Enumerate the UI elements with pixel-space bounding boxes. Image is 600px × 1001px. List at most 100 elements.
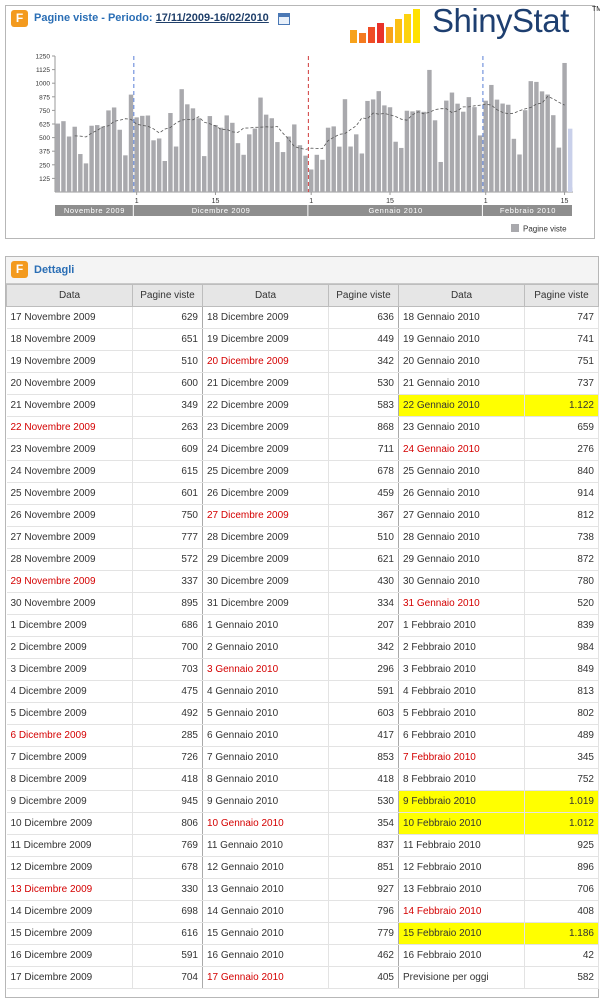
bar [241,154,246,192]
bar [140,115,145,192]
bar [218,127,224,192]
date-cell: 4 Dicembre 2009 [6,680,133,703]
date-cell: 6 Gennaio 2010 [202,724,329,747]
table-row: 1 Dicembre 2009 686 1 Gennaio 2010 207 1 Feb… [6,614,599,637]
views-cell: 1.012 [524,812,599,835]
bar [61,121,66,192]
bar [280,152,286,192]
table-row: 7 Dicembre 2009 726 7 Gennaio 2010 853 7 Feb… [6,746,599,769]
views-cell: 678 [328,460,399,483]
views-cell: 520 [524,592,599,615]
x-tick-label: 1 [309,198,313,205]
bar [325,127,331,192]
date-cell: 18 Dicembre 2009 [202,306,329,329]
views-cell: 603 [328,702,399,725]
details-panel-header: F Dettagli [6,257,598,284]
views-cell: 296 [328,658,399,681]
date-cell: 9 Gennaio 2010 [202,790,329,813]
bar [354,134,359,192]
month-label: Febbraio 2010 [500,206,556,215]
bar [151,140,156,192]
date-cell: 29 Dicembre 2009 [202,548,329,571]
bar [551,115,556,192]
bar [224,115,229,192]
date-cell: 23 Dicembre 2009 [202,416,329,439]
views-cell: 342 [328,350,399,373]
date-cell: 26 Novembre 2009 [6,504,133,527]
details-table-body: 17 Novembre 2009 629 18 Dicembre 2009 636 18… [6,306,599,989]
date-cell: 5 Febbraio 2010 [398,702,525,725]
date-cell: 11 Dicembre 2009 [6,834,133,857]
date-cell: 12 Febbraio 2010 [398,856,525,879]
y-tick-label: 1125 [36,67,50,74]
views-cell: 812 [524,504,599,527]
bar [427,69,432,192]
bar [72,126,77,192]
date-cell: 2 Dicembre 2009 [6,636,133,659]
bar [100,126,106,192]
bar [123,155,128,192]
date-cell: 7 Febbraio 2010 [398,746,525,769]
chart-title-prefix: Pagine viste - Periodo: [34,12,156,24]
views-cell: 738 [524,526,599,549]
date-cell: 22 Dicembre 2009 [202,394,329,417]
table-row: 6 Dicembre 2009 285 6 Gennaio 2010 417 6 Feb… [6,724,599,747]
date-cell: 21 Dicembre 2009 [202,372,329,395]
bar [156,138,162,192]
date-cell: 14 Gennaio 2010 [202,900,329,923]
period-link[interactable]: 17/11/2009-16/02/2010 [156,12,269,24]
views-cell: 417 [328,724,399,747]
pageviews-chart: 125 250 375 500 625 750 875 1000 1125 1250 1 15 1 15 1… [36,54,573,234]
legend-swatch [511,224,519,232]
bar [449,92,455,192]
views-cell: 737 [524,372,599,395]
date-cell: 23 Gennaio 2010 [398,416,525,439]
table-row: 22 Novembre 2009 263 23 Dicembre 2009 868 23… [6,416,599,439]
bar [213,124,218,192]
views-cell: 945 [132,790,203,813]
date-cell: 17 Dicembre 2009 [6,966,133,989]
date-cell: 16 Gennaio 2010 [202,944,329,967]
date-cell: 12 Dicembre 2009 [6,856,133,879]
views-cell: 703 [132,658,203,681]
views-cell: 408 [524,900,599,923]
views-cell: 839 [524,614,599,637]
bar [196,118,201,192]
table-row: 14 Dicembre 2009 698 14 Gennaio 2010 796 14 … [6,900,599,923]
bar [477,135,483,192]
bar [89,125,94,192]
column-header-views: Pagine viste [524,284,599,307]
date-cell: 28 Dicembre 2009 [202,526,329,549]
column-header-views: Pagine viste [132,284,203,307]
date-cell: 14 Febbraio 2010 [398,900,525,923]
views-cell: 711 [328,438,399,461]
bar [506,104,511,192]
table-row: 29 Novembre 2009 337 30 Dicembre 2009 430 30… [6,570,599,593]
date-cell: 28 Novembre 2009 [6,548,133,571]
date-cell: 1 Febbraio 2010 [398,614,525,637]
date-cell: 5 Gennaio 2010 [202,702,329,725]
date-cell: 10 Febbraio 2010 [398,812,525,835]
date-cell: Previsione per oggi [398,966,525,989]
table-row: 10 Dicembre 2009 806 10 Gennaio 2010 354 10 … [6,812,599,835]
bar [314,154,320,192]
views-cell: 806 [132,812,203,835]
date-cell: 10 Gennaio 2010 [202,812,329,835]
bar [415,110,421,192]
bar [517,154,522,192]
date-cell: 21 Gennaio 2010 [398,372,525,395]
views-cell: 418 [132,768,203,791]
bar [78,154,83,192]
bar [95,125,100,192]
views-cell: 651 [132,328,203,351]
bar [359,153,365,192]
table-row: 16 Dicembre 2009 591 16 Gennaio 2010 462 16 … [6,944,599,967]
calendar-icon[interactable] [278,13,290,25]
bar [421,111,427,192]
views-cell: 600 [132,372,203,395]
y-tick-label: 1250 [36,54,51,61]
table-row: 24 Novembre 2009 615 25 Dicembre 2009 678 25… [6,460,599,483]
bar [117,129,122,192]
bar [263,114,269,192]
table-row: 9 Dicembre 2009 945 9 Gennaio 2010 530 9 Feb… [6,790,599,813]
